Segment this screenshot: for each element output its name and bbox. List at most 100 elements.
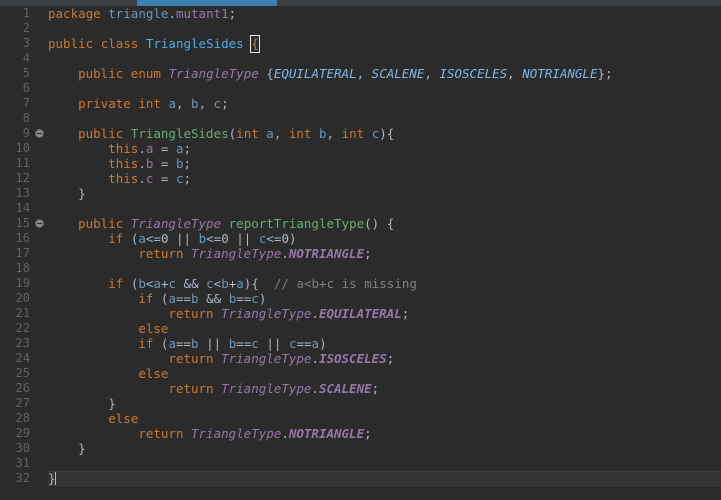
line-number-27[interactable]: 27 — [0, 396, 48, 411]
line-number-label: 26 — [15, 381, 30, 395]
line-number-18[interactable]: 18 — [0, 261, 48, 276]
line-number-label: 12 — [15, 171, 30, 185]
line-number-11[interactable]: 11 — [0, 156, 48, 171]
line-number-label: 16 — [15, 231, 30, 245]
line-number-17[interactable]: 17 — [0, 246, 48, 261]
code-line-32[interactable]: } — [48, 471, 721, 486]
line-number-29[interactable]: 29 — [0, 426, 48, 441]
code-line-10[interactable]: this.a = a; — [48, 141, 721, 156]
code-line-1[interactable]: package triangle.mutant1; — [48, 6, 721, 21]
code-line-2[interactable] — [48, 21, 721, 36]
line-number-label: 10 — [15, 141, 30, 155]
line-number-label: 15 — [15, 216, 30, 230]
line-number-label: 23 — [15, 336, 30, 350]
line-number-10[interactable]: 10 — [0, 141, 48, 156]
code-line-7[interactable]: private int a, b, c; — [48, 96, 721, 111]
line-number-30[interactable]: 30 — [0, 441, 48, 456]
code-line-21[interactable]: return TriangleType.EQUILATERAL; — [48, 306, 721, 321]
code-line-22[interactable]: else — [48, 321, 721, 336]
line-number-label: 6 — [22, 81, 30, 95]
code-fold-collapse-icon[interactable] — [35, 129, 44, 138]
code-line-24[interactable]: return TriangleType.ISOSCELES; — [48, 351, 721, 366]
line-number-label: 2 — [22, 21, 30, 35]
line-number-19[interactable]: 19 — [0, 276, 48, 291]
line-number-label: 8 — [22, 111, 30, 125]
line-number-label: 22 — [15, 321, 30, 335]
code-line-25[interactable]: else — [48, 366, 721, 381]
code-line-6[interactable] — [48, 81, 721, 96]
line-number-4[interactable]: 4 — [0, 51, 48, 66]
line-number-label: 31 — [15, 456, 30, 470]
line-number-gutter[interactable]: 1 2 3 4 5 6 7 8 9 10 11 12 13 14 15 16 17 18 19 20 21 22 23 24 2… — [0, 6, 48, 500]
code-line-31[interactable] — [48, 456, 721, 471]
line-number-label: 3 — [22, 36, 30, 50]
code-line-17[interactable]: return TriangleType.NOTRIANGLE; — [48, 246, 721, 261]
line-number-label: 28 — [15, 411, 30, 425]
code-line-30[interactable]: } — [48, 441, 721, 456]
line-number-23[interactable]: 23 — [0, 336, 48, 351]
code-line-5[interactable]: public enum TriangleType {EQUILATERAL, S… — [48, 66, 721, 81]
line-number-label: 4 — [22, 51, 30, 65]
line-number-26[interactable]: 26 — [0, 381, 48, 396]
line-number-label: 20 — [15, 291, 30, 305]
line-number-12[interactable]: 12 — [0, 171, 48, 186]
code-line-4[interactable] — [48, 51, 721, 66]
line-number-13[interactable]: 13 — [0, 186, 48, 201]
line-number-9[interactable]: 9 — [0, 126, 48, 141]
line-number-31[interactable]: 31 — [0, 456, 48, 471]
code-line-3[interactable]: public class TriangleSides { — [48, 35, 721, 53]
code-line-19[interactable]: if (b<a+c && c<b+a){ // a<b+c is missing — [48, 276, 721, 291]
code-line-8[interactable] — [48, 111, 721, 126]
line-number-label: 18 — [15, 261, 30, 275]
line-number-3[interactable]: 3 — [0, 36, 48, 51]
code-line-28[interactable]: else — [48, 411, 721, 426]
line-number-6[interactable]: 6 — [0, 81, 48, 96]
line-number-label: 24 — [15, 351, 30, 365]
code-line-26[interactable]: return TriangleType.SCALENE; — [48, 381, 721, 396]
code-line-27[interactable]: } — [48, 396, 721, 411]
line-number-label: 21 — [15, 306, 30, 320]
line-number-25[interactable]: 25 — [0, 366, 48, 381]
line-number-label: 19 — [15, 276, 30, 290]
code-line-23[interactable]: if (a==b || b==c || c==a) — [48, 336, 721, 351]
line-number-label: 9 — [22, 126, 30, 140]
line-number-32[interactable]: 32 — [0, 471, 48, 486]
line-number-label: 14 — [15, 201, 30, 215]
code-line-9[interactable]: public TriangleSides(int a, int b, int c… — [48, 126, 721, 141]
line-number-8[interactable]: 8 — [0, 111, 48, 126]
line-number-label: 11 — [15, 156, 30, 170]
code-line-14[interactable] — [48, 201, 721, 216]
code-line-29[interactable]: return TriangleType.NOTRIANGLE; — [48, 426, 721, 441]
line-number-2[interactable]: 2 — [0, 21, 48, 36]
line-number-label: 1 — [22, 6, 30, 20]
line-number-label: 30 — [15, 441, 30, 455]
line-number-7[interactable]: 7 — [0, 96, 48, 111]
line-number-16[interactable]: 16 — [0, 231, 48, 246]
line-number-21[interactable]: 21 — [0, 306, 48, 321]
code-line-11[interactable]: this.b = b; — [48, 156, 721, 171]
line-number-label: 27 — [15, 396, 30, 410]
code-line-15[interactable]: public TriangleType reportTriangleType()… — [48, 216, 721, 231]
line-number-1[interactable]: 1 — [0, 6, 48, 21]
line-number-label: 25 — [15, 366, 30, 380]
line-number-24[interactable]: 24 — [0, 351, 48, 366]
code-fold-collapse-icon[interactable] — [35, 219, 44, 228]
text-caret — [54, 472, 56, 485]
code-line-20[interactable]: if (a==b && b==c) — [48, 291, 721, 306]
code-line-16[interactable]: if (a<=0 || b<=0 || c<=0) — [48, 231, 721, 246]
line-number-14[interactable]: 14 — [0, 201, 48, 216]
code-line-18[interactable] — [48, 261, 721, 276]
line-number-22[interactable]: 22 — [0, 321, 48, 336]
line-number-28[interactable]: 28 — [0, 411, 48, 426]
code-line-12[interactable]: this.c = c; — [48, 171, 721, 186]
code-content-area[interactable]: package triangle.mutant1; public class Tr… — [48, 6, 721, 500]
line-number-20[interactable]: 20 — [0, 291, 48, 306]
line-number-label: 29 — [15, 426, 30, 440]
matching-brace-highlight: { — [250, 35, 260, 53]
line-number-15[interactable]: 15 — [0, 216, 48, 231]
code-line-13[interactable]: } — [48, 186, 721, 201]
line-number-label: 32 — [15, 471, 30, 485]
code-editor[interactable]: 1 2 3 4 5 6 7 8 9 10 11 12 13 14 15 16 17 18 19 20 21 22 23 24 2… — [0, 0, 721, 500]
line-number-5[interactable]: 5 — [0, 66, 48, 81]
line-number-label: 13 — [15, 186, 30, 200]
